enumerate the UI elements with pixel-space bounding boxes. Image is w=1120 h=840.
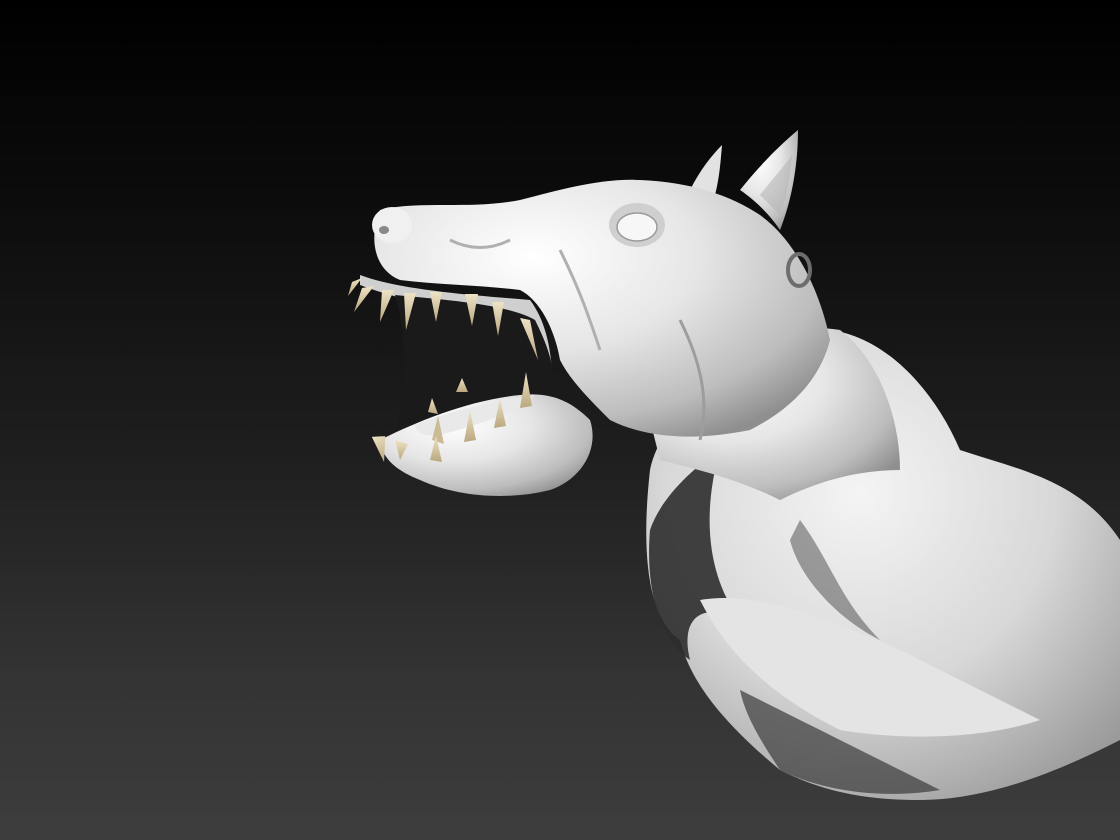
creature-sculpt-icon bbox=[348, 130, 1120, 800]
nose bbox=[372, 207, 412, 243]
eye bbox=[616, 212, 658, 242]
sculpt-viewport[interactable] bbox=[0, 0, 1120, 840]
nostril bbox=[379, 226, 389, 234]
